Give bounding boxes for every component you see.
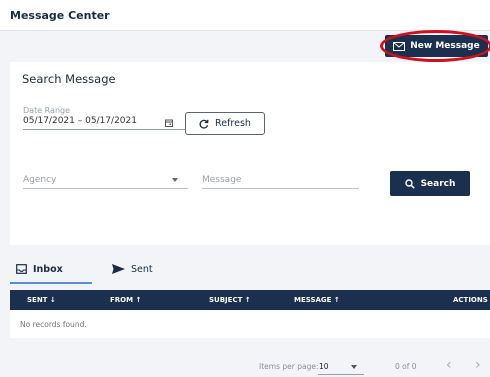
date-range-label: Date Range — [23, 106, 71, 115]
paginator: Items per page: 10 0 of 0 ‹ › — [10, 346, 490, 377]
column-message[interactable]: MESSAGE ↑ — [294, 296, 340, 304]
no-records-text: No records found. — [20, 320, 87, 329]
tab-sent[interactable]: Sent — [112, 256, 172, 282]
calendar-icon[interactable] — [165, 119, 173, 127]
top-bar: Message Center — [0, 0, 490, 31]
items-per-page-underline — [318, 374, 364, 375]
search-button[interactable]: Search — [390, 171, 470, 196]
active-tab-indicator — [10, 282, 92, 284]
range-label: 0 of 0 — [395, 362, 417, 371]
search-label: Search — [420, 178, 456, 189]
items-per-page-label: Items per page: — [259, 362, 319, 371]
refresh-icon — [199, 119, 209, 129]
next-page-icon[interactable]: › — [475, 357, 481, 373]
table-row: No records found. — [10, 310, 490, 338]
tab-sent-label: Sent — [131, 263, 153, 275]
page-title: Message Center — [10, 9, 110, 22]
column-subject[interactable]: SUBJECT ↑ — [209, 296, 251, 304]
chevron-down-icon[interactable] — [351, 365, 357, 369]
refresh-label: Refresh — [215, 118, 251, 129]
refresh-button[interactable]: Refresh — [185, 112, 265, 135]
inbox-icon — [16, 264, 27, 274]
tab-inbox-label: Inbox — [33, 263, 63, 275]
search-panel: Search Message Date Range 05/17/2021 – 0… — [10, 62, 490, 245]
chevron-down-icon[interactable] — [172, 178, 178, 182]
table-header: SENT ↓ FROM ↑ SUBJECT ↑ MESSAGE ↑ ACTION… — [10, 290, 490, 310]
previous-page-icon[interactable]: ‹ — [446, 357, 452, 373]
tab-inbox[interactable]: Inbox — [16, 256, 92, 282]
search-title: Search Message — [22, 72, 116, 86]
items-per-page-select[interactable]: 10 — [319, 362, 329, 371]
column-from[interactable]: FROM ↑ — [110, 296, 141, 304]
column-actions: ACTIONS — [453, 296, 488, 304]
highlight-ring — [380, 30, 490, 62]
message-underline — [202, 188, 359, 189]
send-icon — [112, 264, 125, 274]
agency-underline — [23, 188, 188, 189]
agency-select[interactable]: Agency — [23, 175, 56, 185]
column-sent[interactable]: SENT ↓ — [27, 296, 56, 304]
search-icon — [404, 178, 415, 189]
date-range-underline — [23, 129, 185, 130]
mailbox-tabs: Inbox Sent — [10, 256, 490, 284]
message-input[interactable]: Message — [202, 175, 241, 185]
date-range-input[interactable]: 05/17/2021 – 05/17/2021 — [23, 116, 137, 126]
